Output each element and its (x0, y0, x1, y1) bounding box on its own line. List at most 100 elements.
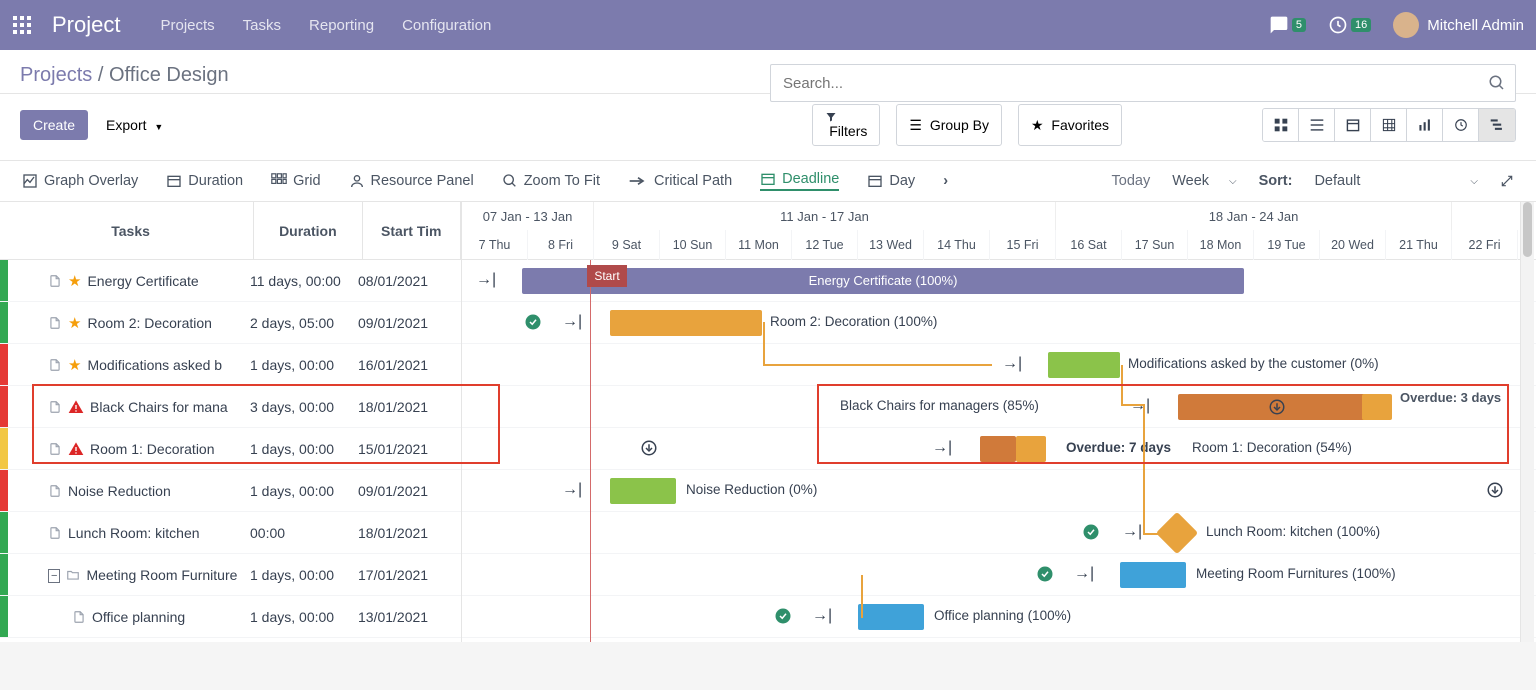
task-row[interactable]: ★Modifications asked b1 days, 00:0016/01… (0, 344, 461, 386)
file-icon (48, 316, 62, 330)
tool-graph-overlay[interactable]: Graph Overlay (22, 173, 138, 189)
task-name-cell: Noise Reduction (8, 483, 250, 499)
search-wrap (770, 64, 1516, 102)
indent-icon: →| (1122, 523, 1142, 541)
bar-room1[interactable] (980, 436, 1016, 462)
bar-office-planning[interactable] (858, 604, 924, 630)
bar-room1-overdue[interactable] (1016, 436, 1046, 462)
warn-icon (68, 441, 84, 457)
task-start: 16/01/2021 (358, 357, 458, 373)
nav-reporting[interactable]: Reporting (309, 17, 374, 34)
vertical-scrollbar[interactable] (1520, 202, 1534, 642)
export-button[interactable]: Export ▼ (94, 111, 175, 139)
task-name-cell: Room 1: Decoration (8, 441, 250, 457)
view-kanban[interactable] (1263, 109, 1299, 141)
indent-icon: →| (1002, 355, 1022, 373)
tool-duration[interactable]: Duration (166, 173, 243, 189)
tool-day[interactable]: Day (867, 173, 915, 189)
toolbar-right: Today Week ⌵ Sort: Default ⌵ (1112, 171, 1515, 191)
day-header: 13 Wed (858, 230, 924, 260)
bar-black-chairs-overdue[interactable] (1362, 394, 1392, 420)
row-accent (0, 512, 8, 553)
view-list[interactable] (1299, 109, 1335, 141)
bar-black-chairs[interactable] (1178, 394, 1376, 420)
bar-meeting-room[interactable] (1120, 562, 1186, 588)
filters-button[interactable]: Filters (812, 104, 880, 146)
folder-icon (66, 568, 80, 582)
view-graph[interactable] (1407, 109, 1443, 141)
list-icon: ☰ (909, 117, 922, 133)
collapse-icon: − (48, 568, 60, 582)
view-pivot[interactable] (1371, 109, 1407, 141)
col-duration[interactable]: Duration (254, 202, 362, 259)
bar-room2[interactable] (610, 310, 762, 336)
view-gantt[interactable] (1479, 109, 1515, 141)
task-row[interactable]: −Meeting Room Furniture1 days, 00:0017/0… (0, 554, 461, 596)
task-row[interactable]: Lunch Room: kitchen00:0018/01/2021 (0, 512, 461, 554)
task-row[interactable]: ★Room 2: Decoration2 days, 05:0009/01/20… (0, 302, 461, 344)
task-name-cell: ★Modifications asked b (8, 356, 250, 374)
day-header: 8 Fri (528, 230, 594, 260)
task-row[interactable]: ★Energy Certificate11 days, 00:0008/01/2… (0, 260, 461, 302)
tool-zoom-to-fit[interactable]: Zoom To Fit (502, 173, 600, 189)
task-row[interactable]: Black Chairs for mana3 days, 00:0018/01/… (0, 386, 461, 428)
nav-projects[interactable]: Projects (160, 17, 214, 34)
col-start[interactable]: Start Tim (363, 202, 461, 259)
nav-configuration[interactable]: Configuration (402, 17, 491, 34)
groupby-button[interactable]: ☰ Group By (896, 104, 1002, 146)
task-name-cell: −Meeting Room Furniture (8, 567, 250, 583)
create-button[interactable]: Create (20, 110, 88, 140)
tool-deadline[interactable]: Deadline (760, 171, 839, 191)
milestone-lunch-room[interactable] (1156, 512, 1198, 554)
col-tasks[interactable]: Tasks (8, 202, 254, 259)
user-menu[interactable]: Mitchell Admin (1393, 12, 1524, 38)
chat-icon[interactable]: 5 (1269, 15, 1306, 35)
indent-icon: →| (812, 607, 832, 625)
chevron-right-icon[interactable]: › (943, 173, 948, 189)
row-accent (0, 302, 8, 343)
right-pane[interactable]: 07 Jan - 13 Jan11 Jan - 17 Jan18 Jan - 2… (462, 202, 1536, 642)
tool-resource-panel[interactable]: Resource Panel (349, 173, 474, 189)
brand-title[interactable]: Project (52, 12, 120, 38)
scale-select[interactable]: Week ⌵ (1168, 171, 1240, 191)
task-row[interactable]: Noise Reduction1 days, 00:0009/01/2021 (0, 470, 461, 512)
task-duration: 1 days, 00:00 (250, 483, 358, 499)
star-icon: ★ (68, 356, 81, 374)
apps-icon[interactable] (12, 15, 32, 35)
today-button[interactable]: Today (1112, 173, 1151, 189)
scrollbar-thumb[interactable] (1523, 202, 1532, 257)
search-icon[interactable] (1488, 74, 1506, 92)
bar-label: Noise Reduction (0%) (686, 482, 817, 497)
day-header: 10 Sun (660, 230, 726, 260)
date-range-header: 18 Jan - 24 Jan (1056, 202, 1452, 230)
activity-icon[interactable]: 16 (1328, 15, 1371, 35)
left-header: Tasks Duration Start Tim (0, 202, 461, 260)
date-range-header: 11 Jan - 17 Jan (594, 202, 1056, 230)
expand-icon[interactable] (1500, 174, 1514, 188)
sort-select[interactable]: Default ⌵ (1310, 171, 1482, 191)
bar-modifications[interactable] (1048, 352, 1120, 378)
gantt: Tasks Duration Start Tim ★Energy Certifi… (0, 202, 1536, 642)
right-header: 07 Jan - 13 Jan11 Jan - 17 Jan18 Jan - 2… (462, 202, 1536, 260)
tool-critical-path[interactable]: Critical Path (628, 173, 732, 189)
task-duration: 2 days, 05:00 (250, 315, 358, 331)
task-rows: ★Energy Certificate11 days, 00:0008/01/2… (0, 260, 461, 638)
indent-icon: →| (476, 271, 496, 289)
breadcrumb-root[interactable]: Projects (20, 64, 92, 86)
bar-noise[interactable] (610, 478, 676, 504)
view-calendar[interactable] (1335, 109, 1371, 141)
row-accent (0, 596, 8, 637)
view-activity[interactable] (1443, 109, 1479, 141)
nav-tasks[interactable]: Tasks (243, 17, 281, 34)
tool-grid[interactable]: Grid (271, 173, 320, 189)
sort-label: Sort: (1259, 173, 1293, 189)
day-header: 20 Wed (1320, 230, 1386, 260)
bar-energy-certificate[interactable]: Energy Certificate (100%) (522, 268, 1244, 294)
row-accent (0, 554, 8, 595)
favorites-button[interactable]: ★ Favorites (1018, 104, 1122, 146)
search-input[interactable] (770, 64, 1516, 102)
file-icon (72, 610, 86, 624)
day-header: 15 Fri (990, 230, 1056, 260)
task-row[interactable]: Room 1: Decoration1 days, 00:0015/01/202… (0, 428, 461, 470)
task-row[interactable]: Office planning1 days, 00:0013/01/2021 (0, 596, 461, 638)
